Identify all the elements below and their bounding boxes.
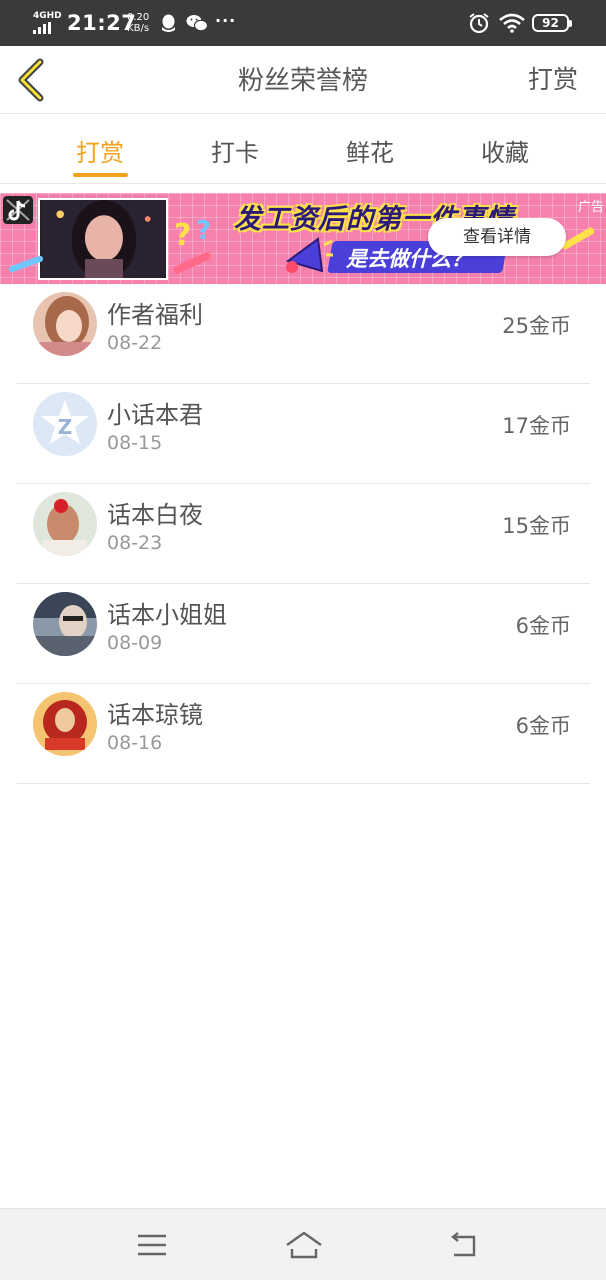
fan-amount: 15金币 [502, 514, 571, 538]
fan-date: 08-22 [107, 332, 163, 354]
fan-amount: 6金币 [515, 714, 571, 738]
menu-icon[interactable] [134, 1227, 170, 1263]
ad-banner[interactable]: ? ? 发工资后的第一件事情 是去做什么？ 查看详情 广告 [0, 193, 606, 284]
fan-list: 作者福利 08-22 25金币 Z 小话本君 08-15 17金币 话本白夜 0… [17, 284, 590, 784]
list-item[interactable]: Z 小话本君 08-15 17金币 [17, 384, 590, 484]
megaphone-icon [285, 237, 333, 273]
fan-amount: 17金币 [502, 414, 571, 438]
fan-amount: 25金币 [502, 314, 571, 338]
speed-value: 0.20 [127, 12, 150, 23]
fan-date: 08-23 [107, 532, 163, 554]
qq-icon [162, 14, 175, 32]
ad-photo [38, 198, 168, 280]
list-item[interactable]: 作者福利 08-22 25金币 [17, 284, 590, 384]
header: 粉丝荣誉榜 打赏 [0, 46, 606, 114]
ad-view-details-button[interactable]: 查看详情 [428, 218, 566, 256]
alarm-icon [469, 13, 489, 34]
svg-text:?: ? [196, 216, 211, 246]
tab-reward[interactable]: 打赏 [50, 133, 150, 168]
network-speed: 0.20 KB/s [127, 12, 149, 34]
tiktok-icon [3, 196, 33, 224]
ad-label: 广告 [577, 200, 604, 215]
page-title: 粉丝荣誉榜 [237, 66, 368, 96]
avatar [33, 592, 97, 656]
avatar: Z [33, 392, 97, 456]
speed-unit: KB/s [127, 23, 150, 34]
fan-date: 08-16 [107, 732, 163, 754]
system-nav-bar [0, 1208, 606, 1280]
fan-date: 08-15 [107, 432, 163, 454]
list-item[interactable]: 话本白夜 08-23 15金币 [17, 484, 590, 584]
tab-favorites[interactable]: 收藏 [455, 133, 555, 168]
fan-name: 小话本君 [107, 401, 203, 429]
fan-name: 话本小姐姐 [107, 601, 227, 629]
question-marks-icon: ? ? [174, 216, 211, 253]
avatar [33, 692, 97, 756]
reward-button[interactable]: 打赏 [528, 60, 578, 96]
fan-date: 08-09 [107, 632, 163, 654]
wechat-icon [186, 15, 208, 32]
fan-name: 话本琼镜 [107, 701, 203, 729]
network-type: 4GHD [33, 11, 62, 21]
fan-name: 作者福利 [107, 301, 203, 329]
svg-text:Z: Z [58, 415, 73, 439]
svg-text:?: ? [174, 218, 191, 253]
more-notifications: ··· [215, 11, 237, 30]
home-icon[interactable] [284, 1227, 324, 1263]
fan-amount: 6金币 [515, 614, 571, 638]
avatar [33, 292, 97, 356]
list-item[interactable]: 话本小姐姐 08-09 6金币 [17, 584, 590, 684]
wifi-icon [499, 13, 525, 33]
tab-flowers[interactable]: 鲜花 [320, 133, 420, 168]
clock: 21:27 [67, 11, 137, 35]
list-item[interactable]: 话本琼镜 08-16 6金币 [17, 684, 590, 784]
avatar [33, 492, 97, 556]
tab-bar: 打赏 打卡 鲜花 收藏 [0, 114, 606, 184]
status-bar: 4GHD 21:27 0.20 KB/s ··· 92 [0, 0, 606, 46]
back-icon[interactable] [446, 1227, 482, 1263]
signal-icon [33, 22, 59, 34]
active-tab-indicator [73, 173, 128, 177]
fan-name: 话本白夜 [107, 501, 203, 529]
tab-checkin[interactable]: 打卡 [185, 133, 285, 168]
battery-icon: 92 [532, 14, 572, 32]
